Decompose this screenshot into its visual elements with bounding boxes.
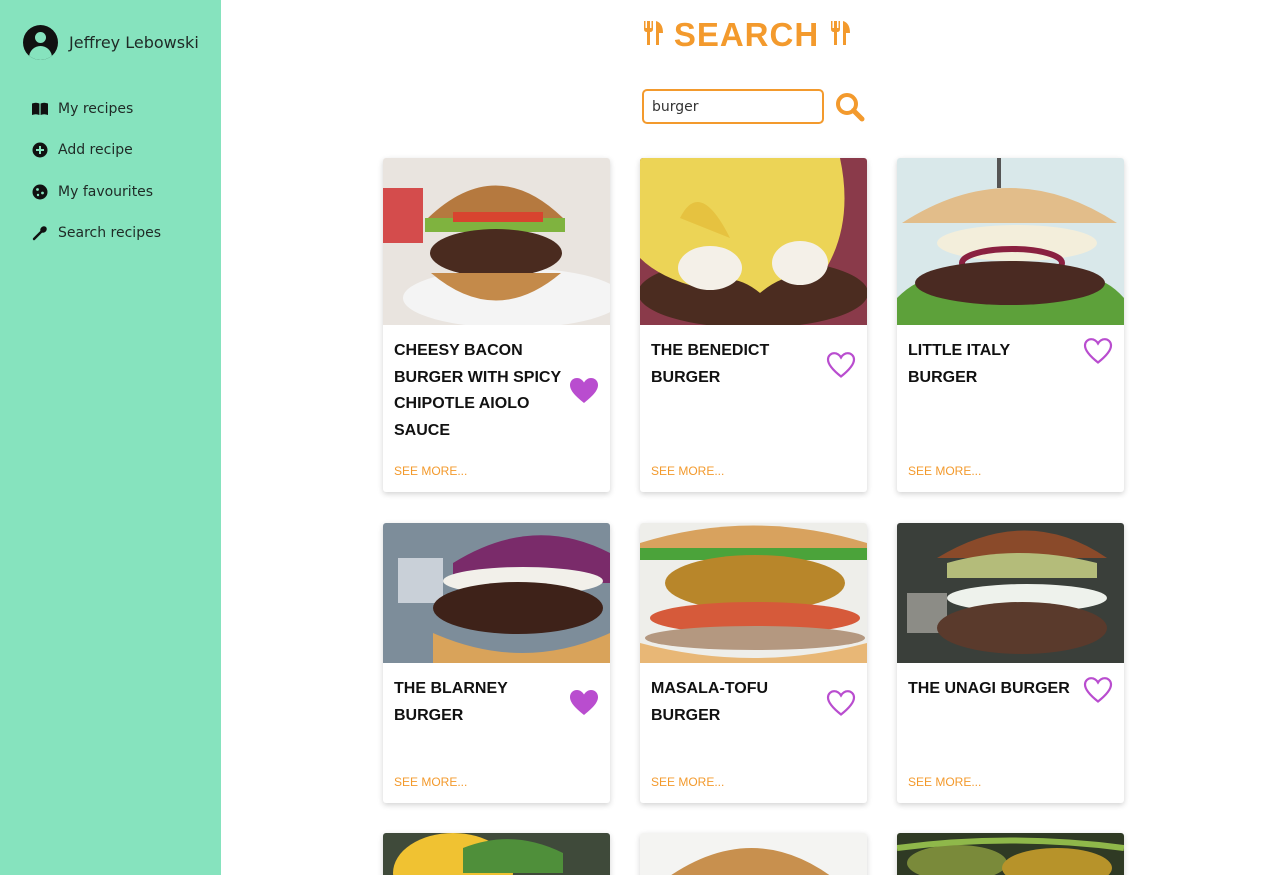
sidebar-item-label: Add recipe bbox=[58, 142, 133, 159]
recipe-card[interactable] bbox=[640, 833, 867, 875]
sidebar-item-search-recipes[interactable]: Search recipes bbox=[30, 213, 161, 255]
search-input[interactable] bbox=[642, 89, 824, 124]
sidebar-item-my-recipes[interactable]: My recipes bbox=[30, 88, 161, 130]
recipe-image bbox=[897, 158, 1124, 325]
sidebar-item-label: My recipes bbox=[58, 100, 134, 117]
heart-filled-icon[interactable] bbox=[569, 689, 599, 717]
see-more-link[interactable]: See more... bbox=[908, 775, 981, 789]
recipe-card[interactable]: The Blarney Burger See more... bbox=[383, 523, 610, 803]
spoon-icon bbox=[30, 223, 50, 243]
page-title: SEARCH bbox=[221, 16, 1272, 54]
heart-outline-icon[interactable] bbox=[1083, 337, 1113, 365]
sidebar-nav: My recipes Add recipe My favourites Sear… bbox=[30, 88, 161, 254]
search-icon[interactable] bbox=[834, 91, 866, 123]
sidebar-item-add-recipe[interactable]: Add recipe bbox=[30, 130, 161, 172]
page-title-text: SEARCH bbox=[673, 16, 820, 53]
recipe-card[interactable]: The Benedict Burger See more... bbox=[640, 158, 867, 492]
recipe-title: Cheesy Bacon Burger with Spicy Chipotle … bbox=[394, 342, 561, 439]
plus-circle-icon bbox=[30, 140, 50, 160]
recipe-image bbox=[383, 833, 610, 875]
heart-outline-icon[interactable] bbox=[826, 351, 856, 379]
main-content: SEARCH burger CHEESY BACON BURGER WITH S… bbox=[221, 0, 1272, 875]
see-more-link[interactable]: See more... bbox=[651, 464, 724, 478]
see-more-link[interactable]: See more... bbox=[908, 464, 981, 478]
recipe-title: Masala-Tofu Burger bbox=[651, 680, 769, 724]
search-bar bbox=[642, 89, 866, 124]
recipe-image bbox=[897, 833, 1124, 875]
recipe-title: The Unagi Burger bbox=[908, 680, 1070, 697]
recipe-card[interactable] bbox=[897, 833, 1124, 875]
heart-outline-icon[interactable] bbox=[1083, 676, 1113, 704]
user-profile[interactable]: Jeffrey Lebowski bbox=[23, 25, 199, 60]
sidebar-item-label: My favourites bbox=[58, 183, 154, 200]
book-icon bbox=[30, 99, 50, 119]
recipe-image bbox=[640, 158, 867, 325]
see-more-link[interactable]: See more... bbox=[394, 464, 467, 478]
recipe-card[interactable] bbox=[383, 833, 610, 875]
recipe-card[interactable]: The Unagi Burger See more... bbox=[897, 523, 1124, 803]
see-more-link[interactable]: See more... bbox=[651, 775, 724, 789]
see-more-link[interactable]: See more... bbox=[394, 775, 467, 789]
recipe-image bbox=[383, 158, 610, 325]
recipe-card[interactable]: Cheesy Bacon Burger with Spicy Chipotle … bbox=[383, 158, 610, 492]
user-name: Jeffrey Lebowski bbox=[69, 33, 199, 52]
utensils-icon bbox=[642, 16, 664, 54]
recipe-image bbox=[897, 523, 1124, 663]
recipe-image bbox=[640, 523, 867, 663]
sidebar-item-label: Search recipes bbox=[58, 225, 161, 242]
recipe-image bbox=[640, 833, 867, 875]
recipe-image bbox=[383, 523, 610, 663]
utensils-icon bbox=[829, 16, 851, 54]
recipe-title: Little Italy Burger bbox=[908, 342, 1010, 386]
recipe-card[interactable]: Little Italy Burger See more... bbox=[897, 158, 1124, 492]
sidebar: Jeffrey Lebowski My recipes Add recipe M… bbox=[0, 0, 221, 875]
sidebar-item-my-favourites[interactable]: My favourites bbox=[30, 171, 161, 213]
user-avatar-icon bbox=[23, 25, 58, 60]
heart-outline-icon[interactable] bbox=[826, 689, 856, 717]
recipe-title: The Benedict Burger bbox=[651, 342, 770, 386]
app: Jeffrey Lebowski My recipes Add recipe M… bbox=[0, 0, 1272, 875]
recipe-title: The Blarney Burger bbox=[394, 680, 508, 724]
recipe-card[interactable]: Masala-Tofu Burger See more... bbox=[640, 523, 867, 803]
heart-filled-icon[interactable] bbox=[569, 377, 599, 405]
cookie-icon bbox=[30, 182, 50, 202]
